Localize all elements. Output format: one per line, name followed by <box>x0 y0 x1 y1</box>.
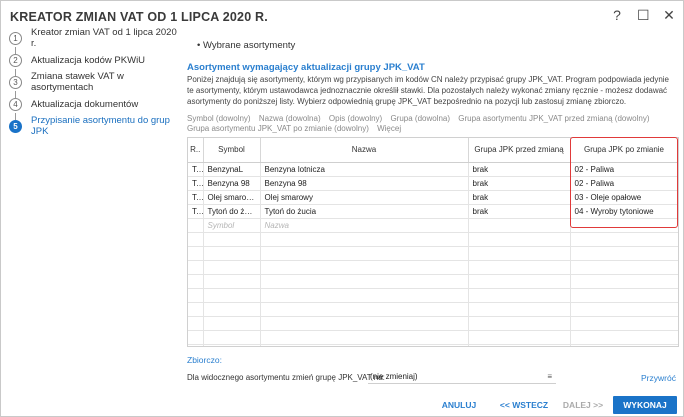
wizard-steps: 1 Kreator zmian VAT od 1 lipca 2020 r. 2… <box>1 27 177 387</box>
cell-name: Benzyna lotnicza <box>260 162 469 177</box>
cell-jpk-before: brak <box>468 190 571 205</box>
cell-type: T.. <box>188 162 204 177</box>
step-number: 1 <box>9 31 22 45</box>
filter-more[interactable]: Więcej <box>377 124 401 133</box>
cell-symbol: Benzyna 98 <box>203 176 261 191</box>
items-table: R.. Symbol Nazwa Grupa JPK przed zmianą … <box>188 138 678 346</box>
empty-row <box>188 232 678 247</box>
table-row[interactable]: T.. Tytoń do żucia Tytoń do żucia brak 0… <box>188 204 678 219</box>
table-row[interactable]: T.. BenzynaL Benzyna lotnicza brak 02 - … <box>188 162 678 177</box>
cell-name: Benzyna 98 <box>260 176 469 191</box>
empty-row <box>188 316 678 331</box>
cell-type: T.. <box>188 190 204 205</box>
step-4[interactable]: 4 Aktualizacja dokumentów <box>9 95 138 113</box>
step-label: Przypisanie asortymentu do grup JPK <box>31 115 170 137</box>
cell-jpk-after[interactable]: 02 - Paliwa <box>570 162 678 177</box>
selected-items-heading: • Wybrane asortymenty <box>197 40 296 51</box>
step-label: Zmiana stawek VAT w asortymentach <box>31 71 124 93</box>
filter-bar: Symbol (dowolny) Nazwa (dowolna) Opis (d… <box>187 114 677 134</box>
window-controls: ? ☐ ✕ <box>611 7 675 23</box>
cell-symbol: BenzynaL <box>203 162 261 177</box>
close-button[interactable]: ✕ <box>663 7 675 23</box>
filter-group[interactable]: Grupa (dowolna) <box>390 114 450 123</box>
cell-symbol: Tytoń do żucia <box>203 204 261 219</box>
table-row[interactable]: T.. Benzyna 98 Benzyna 98 brak 02 - Pali… <box>188 176 678 191</box>
new-item-row[interactable]: Symbol Nazwa <box>188 218 678 233</box>
cell-name: Olej smarowy <box>260 190 469 205</box>
empty-row <box>188 288 678 303</box>
cell-type: T.. <box>188 204 204 219</box>
cell-jpk-after[interactable]: 02 - Paliwa <box>570 176 678 191</box>
column-header-type[interactable]: R.. <box>188 138 204 163</box>
step-label: Aktualizacja dokumentów <box>31 98 139 110</box>
filter-jpk-before[interactable]: Grupa asortymentu JPK_VAT przed zmianą (… <box>458 114 649 123</box>
cell-jpk-before: brak <box>468 162 571 177</box>
step-label: Kreator zmian VAT od 1 lipca 2020 r. <box>31 27 177 49</box>
description-text: Poniżej znajdują się asortymenty, którym… <box>187 75 669 106</box>
cell-symbol: Olej smarow... <box>203 190 261 205</box>
bulk-select-value: (nie zmieniaj) <box>370 372 418 381</box>
table-header: R.. Symbol Nazwa Grupa JPK przed zmianą … <box>188 138 678 163</box>
items-grid: R.. Symbol Nazwa Grupa JPK przed zmianą … <box>187 137 679 347</box>
cell-type: T.. <box>188 176 204 191</box>
empty-row <box>188 274 678 289</box>
step-label: Aktualizacja kodów PKWiU <box>31 54 146 66</box>
restore-link[interactable]: Przywróć <box>641 373 676 383</box>
cell-jpk-after[interactable]: 04 - Wyroby tytoniowe <box>570 204 678 219</box>
column-header-name[interactable]: Nazwa <box>260 138 469 163</box>
cell-name: Tytoń do żucia <box>260 204 469 219</box>
list-icon[interactable]: ≡ <box>547 370 552 383</box>
filter-jpk-after[interactable]: Grupa asortymentu JPK_VAT po zmianie (do… <box>187 124 369 133</box>
wizard-window: KREATOR ZMIAN VAT OD 1 LIPCA 2020 R. ? ☐… <box>0 0 684 417</box>
column-header-symbol[interactable]: Symbol <box>203 138 261 163</box>
filter-name[interactable]: Nazwa (dowolna) <box>259 114 321 123</box>
maximize-button[interactable]: ☐ <box>637 7 650 23</box>
cell-jpk-after[interactable]: 03 - Oleje opałowe <box>570 190 678 205</box>
column-header-jpk-after[interactable]: Grupa JPK po zmianie <box>570 138 678 163</box>
execute-button[interactable]: WYKONAJ <box>613 396 677 414</box>
bulk-jpk-select[interactable]: (nie zmieniaj) ≡ <box>368 370 556 384</box>
step-number: 3 <box>9 75 22 89</box>
bulk-label: Dla widocznego asortymentu zmień grupę J… <box>187 373 385 382</box>
step-number: 4 <box>9 97 22 111</box>
cancel-button[interactable]: ANULUJ <box>437 396 481 414</box>
filter-description[interactable]: Opis (dowolny) <box>329 114 382 123</box>
next-button[interactable]: DALEJ >> <box>561 396 605 414</box>
table-row[interactable]: T.. Olej smarow... Olej smarowy brak 03 … <box>188 190 678 205</box>
step-5[interactable]: 5 Przypisanie asortymentu do grup JPK <box>9 115 177 137</box>
empty-row <box>188 330 678 345</box>
column-header-jpk-before[interactable]: Grupa JPK przed zmianą <box>468 138 571 163</box>
window-title: KREATOR ZMIAN VAT OD 1 LIPCA 2020 R. <box>10 10 268 24</box>
step-number: 2 <box>9 53 22 67</box>
bulk-title: Zbiorczo: <box>187 355 222 365</box>
step-1[interactable]: 1 Kreator zmian VAT od 1 lipca 2020 r. <box>9 27 177 49</box>
empty-row <box>188 260 678 275</box>
empty-row <box>188 344 678 346</box>
step-number: 5 <box>9 119 22 133</box>
new-symbol-input[interactable]: Symbol <box>203 218 261 233</box>
cell-jpk-before: brak <box>468 176 571 191</box>
new-name-input[interactable]: Nazwa <box>260 218 469 233</box>
back-button[interactable]: << WSTECZ <box>498 396 550 414</box>
help-button[interactable]: ? <box>611 7 623 23</box>
footer-bar: ANULUJ << WSTECZ DALEJ >> WYKONAJ <box>1 393 683 417</box>
cell-jpk-before: brak <box>468 204 571 219</box>
step-3[interactable]: 3 Zmiana stawek VAT w asortymentach <box>9 71 177 93</box>
step-2[interactable]: 2 Aktualizacja kodów PKWiU <box>9 51 145 69</box>
empty-row <box>188 246 678 261</box>
empty-row <box>188 302 678 317</box>
filter-symbol[interactable]: Symbol (dowolny) <box>187 114 251 123</box>
section-title: Asortyment wymagający aktualizacji grupy… <box>187 62 425 73</box>
